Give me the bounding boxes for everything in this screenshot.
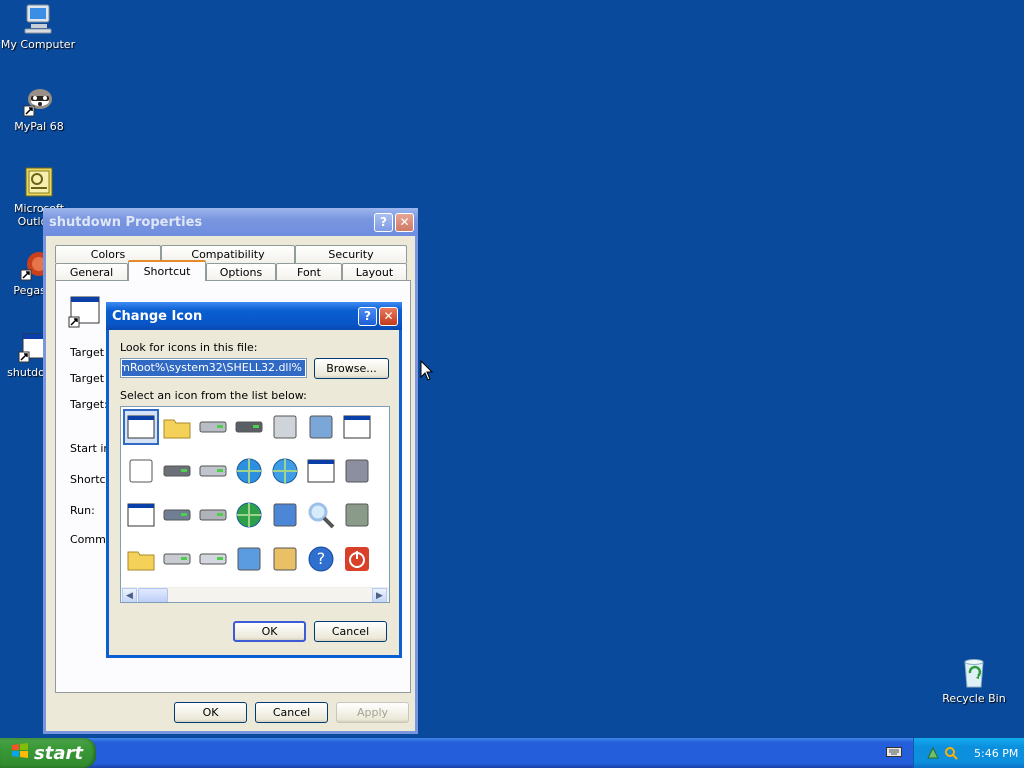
disconnected-drive-icon[interactable] — [197, 499, 229, 531]
application-window-icon[interactable] — [123, 409, 159, 445]
device-icon[interactable] — [341, 455, 373, 487]
document-rtf-icon[interactable] — [125, 455, 157, 487]
cancel-button[interactable]: Cancel — [314, 621, 387, 642]
icon-file-input[interactable]: %SystemRoot%\system32\SHELL32.dll — [120, 358, 307, 378]
folder-icon[interactable] — [161, 411, 193, 443]
close-button[interactable]: ✕ — [379, 306, 398, 326]
start-label: start — [34, 742, 83, 764]
desktop-icon-label: MyPal 68 — [14, 120, 64, 133]
comment-label: Comment: — [70, 533, 110, 546]
run-label: Run: — [70, 504, 95, 517]
power-icon[interactable] — [341, 543, 373, 575]
cd-drive-icon[interactable] — [197, 543, 229, 575]
recycle-bin-icon — [957, 656, 991, 690]
target-location-label: Target location: — [70, 372, 110, 385]
target-type-label: Target type: — [70, 346, 110, 359]
search-magnifier-icon[interactable] — [305, 499, 337, 531]
mypal-raccoon-icon — [22, 84, 56, 118]
my-computer-icon — [21, 2, 55, 36]
properties-titlebar[interactable]: shutdown Properties ? ✕ — [43, 208, 418, 236]
change-icon-titlebar[interactable]: Change Icon ? ✕ — [106, 302, 402, 330]
tab-options[interactable]: Options — [206, 263, 276, 281]
ok-button[interactable]: OK — [233, 621, 306, 642]
search-icon[interactable] — [944, 746, 958, 760]
change-icon-dialog: Change Icon ? ✕ Look for icons in this f… — [106, 302, 402, 658]
properties-title: shutdown Properties — [49, 214, 203, 230]
window-edit-icon[interactable] — [341, 411, 373, 443]
horizontal-scrollbar[interactable]: ◀ ▶ — [121, 587, 389, 602]
network-drive-icon[interactable] — [161, 455, 193, 487]
checkbox-window-icon[interactable] — [305, 455, 337, 487]
icon-file-value: %SystemRoot%\system32\SHELL32.dll — [121, 360, 305, 376]
outlook-icon — [22, 166, 56, 200]
mouse-cursor-icon — [420, 359, 434, 385]
scroll-left-icon[interactable]: ◀ — [122, 588, 137, 602]
clock[interactable]: 5:46 PM — [974, 747, 1018, 760]
browse-button[interactable]: Browse... — [314, 358, 389, 379]
tab-shortcut[interactable]: Shortcut — [128, 260, 206, 281]
connector-icon[interactable] — [341, 499, 373, 531]
help-button[interactable]: ? — [374, 212, 393, 232]
internet-cursor-icon[interactable] — [233, 499, 265, 531]
monitor-globe-icon[interactable] — [269, 455, 301, 487]
tab-general[interactable]: General — [55, 263, 128, 281]
tab-font[interactable]: Font — [276, 263, 342, 281]
change-icon-title: Change Icon — [112, 308, 203, 324]
windows-logo-icon — [10, 741, 30, 766]
shortcut-window-icon — [68, 295, 102, 329]
clock-control-icon[interactable] — [305, 411, 337, 443]
desktop-icon-recycle-bin[interactable]: Recycle Bin — [934, 656, 1014, 705]
icon-list[interactable]: ? ◀ ▶ — [120, 406, 390, 603]
svg-text:?: ? — [317, 549, 326, 568]
internet-globe-icon[interactable] — [233, 455, 265, 487]
system-tray: 5:46 PM — [913, 738, 1024, 768]
ok-button[interactable]: OK — [174, 702, 247, 723]
control-panel-icon[interactable] — [269, 543, 301, 575]
scroll-thumb[interactable] — [138, 588, 168, 602]
blank-window-icon[interactable] — [125, 499, 157, 531]
floppy-drive-icon[interactable] — [161, 499, 193, 531]
help-button[interactable]: ? — [358, 306, 377, 326]
desktop-icon-label: My Computer — [0, 38, 76, 51]
drive-icon[interactable] — [197, 411, 229, 443]
open-folder-icon[interactable] — [125, 543, 157, 575]
apply-button[interactable]: Apply — [336, 702, 409, 723]
desktop-icon-label: Recycle Bin — [942, 692, 1006, 705]
shared-drive-icon[interactable] — [197, 455, 229, 487]
scroll-right-icon[interactable]: ▶ — [372, 588, 387, 602]
printer-icon[interactable] — [269, 411, 301, 443]
desktop-icon-my-computer[interactable]: My Computer — [0, 2, 78, 51]
tab-layout[interactable]: Layout — [342, 263, 407, 281]
help-icon[interactable]: ? — [305, 543, 337, 575]
close-button[interactable]: ✕ — [395, 212, 414, 232]
keyboard-icon[interactable] — [886, 746, 902, 758]
target-label: Target: — [70, 398, 108, 411]
start-button[interactable]: start — [0, 738, 96, 768]
network-tray-icon[interactable] — [926, 746, 940, 760]
removable-drive-icon[interactable] — [161, 543, 193, 575]
computer-icon[interactable] — [233, 543, 265, 575]
file-label: Look for icons in this file: — [120, 341, 258, 354]
network-icon[interactable] — [269, 499, 301, 531]
tab-security[interactable]: Security — [295, 245, 407, 263]
shortcut-key-label: Shortcut key: — [70, 473, 110, 486]
memory-chip-icon[interactable] — [233, 411, 265, 443]
taskbar: start 5:46 PM — [0, 738, 1024, 768]
icon-list-label: Select an icon from the list below: — [120, 389, 307, 402]
cancel-button[interactable]: Cancel — [255, 702, 328, 723]
desktop-icon-mypal[interactable]: MyPal 68 — [0, 84, 79, 133]
